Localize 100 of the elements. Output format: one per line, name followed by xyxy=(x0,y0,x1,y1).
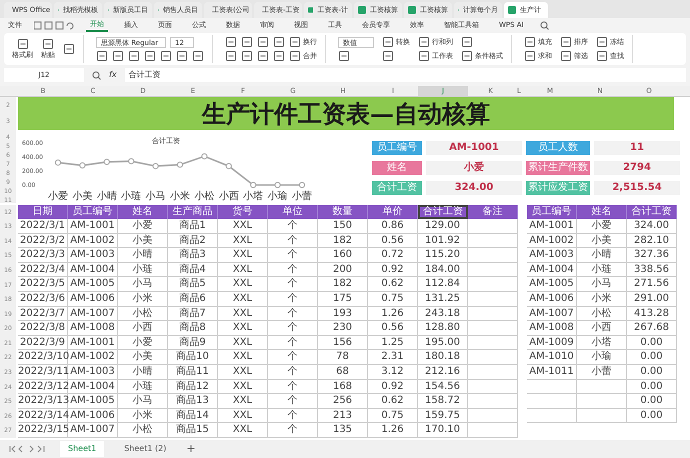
table-cell: 商品7 xyxy=(168,306,218,320)
table-cell: XXL xyxy=(218,408,268,422)
tool-icon[interactable] xyxy=(63,43,75,55)
table-cell: 160 xyxy=(318,248,368,262)
table-cell: 2022/3/8 xyxy=(18,321,68,335)
tool-icon[interactable] xyxy=(273,50,285,62)
table-cell: 小马 xyxy=(118,394,168,408)
tool-icon[interactable] xyxy=(192,50,204,62)
table-cell: 175 xyxy=(318,292,368,306)
data-point xyxy=(176,162,184,168)
table-cell: 2022/3/6 xyxy=(18,292,68,306)
table-cell: 商品10 xyxy=(168,350,218,364)
tool-icon[interactable] xyxy=(160,50,172,62)
table-cell: 168 xyxy=(318,380,368,394)
tool-icon[interactable] xyxy=(461,36,473,48)
function-label[interactable]: fx xyxy=(109,69,117,81)
table-cell: 2022/3/2 xyxy=(18,234,68,248)
table-cell: AM-1006 xyxy=(68,292,118,306)
table-cell: 2022/3/12 xyxy=(18,380,68,394)
table-cell: AM-1007 xyxy=(527,306,577,320)
table-cell: 68 xyxy=(318,364,368,379)
axis-category-label: 小琏 xyxy=(121,191,142,202)
sheet-tab[interactable]: Sheet1 (2) xyxy=(116,441,174,457)
search-icon[interactable] xyxy=(540,21,549,30)
table-cell: 小晴 xyxy=(577,248,627,262)
axis-category-label: 小西 xyxy=(218,191,239,202)
tool-icon[interactable] xyxy=(225,50,237,62)
column-heading: 姓名 xyxy=(577,205,627,219)
table-cell: 小米 xyxy=(577,292,627,306)
table-cell: AM-1007 xyxy=(68,306,118,320)
table-cell: AM-1011 xyxy=(527,364,577,379)
table-cell: 230 xyxy=(318,321,368,335)
table-cell: 129.00 xyxy=(418,219,468,233)
table-cell: 个 xyxy=(268,262,318,276)
zoom-icon[interactable] xyxy=(92,70,101,80)
table-cell: 0.72 xyxy=(368,248,418,262)
sheet-file-icon xyxy=(308,6,314,14)
table-cell: 商品5 xyxy=(168,277,218,291)
table-cell: 135 xyxy=(318,423,368,437)
table-cell: 2022/3/1 xyxy=(18,219,68,233)
table-cell: 个 xyxy=(268,364,318,379)
tool-icon[interactable] xyxy=(176,50,188,62)
card-label: 合计工资 xyxy=(372,181,422,195)
column-heading: 单位 xyxy=(268,205,318,219)
column-heading: 备注 xyxy=(468,205,518,219)
table-cell: AM-1005 xyxy=(68,394,118,408)
table-cell: 2022/3/15 xyxy=(18,423,68,437)
table-cell: 0.00 xyxy=(627,336,677,350)
table-cell: 个 xyxy=(268,394,318,408)
tool-icon[interactable] xyxy=(144,50,156,62)
tool-icon[interactable] xyxy=(241,36,253,48)
table-cell: 2022/3/3 xyxy=(18,248,68,262)
table-cell: 商品12 xyxy=(168,380,218,394)
table-cell: 商品9 xyxy=(168,336,218,350)
table-cell: 2.31 xyxy=(368,350,418,364)
tool-icon[interactable] xyxy=(382,50,394,62)
table-cell: XXL xyxy=(218,292,268,306)
table-cell: 0.62 xyxy=(368,277,418,291)
table-cell: AM-1004 xyxy=(68,262,118,276)
table-cell: AM-1008 xyxy=(68,321,118,335)
tool-icon[interactable] xyxy=(128,50,140,62)
table-cell: 200 xyxy=(318,262,368,276)
sheet-tab[interactable]: Sheet1 xyxy=(60,441,104,457)
quick-access-toolbar[interactable] xyxy=(34,21,74,30)
tool-icon[interactable] xyxy=(257,36,269,48)
tool-icon[interactable] xyxy=(112,50,124,62)
tool-icon[interactable] xyxy=(241,50,253,62)
card-value: 324.00 xyxy=(426,181,522,195)
table-cell: 324.00 xyxy=(627,219,677,233)
table-cell: AM-1004 xyxy=(68,380,118,394)
table-cell: 1.26 xyxy=(368,306,418,320)
add-sheet-button[interactable]: + xyxy=(186,440,196,458)
tool-icon[interactable] xyxy=(273,36,285,48)
table-cell: 271.56 xyxy=(627,277,677,291)
tool-icon[interactable] xyxy=(96,50,108,62)
table-cell: 小爱 xyxy=(118,336,168,350)
sheet-file-icon xyxy=(508,6,516,14)
table-cell: 小米 xyxy=(118,292,168,306)
table-cell: 256 xyxy=(318,394,368,408)
table-cell: XXL xyxy=(218,394,268,408)
data-point xyxy=(152,163,159,170)
card-value: AM-1001 xyxy=(426,141,522,155)
table-cell: 170.10 xyxy=(418,423,468,437)
data-point xyxy=(298,182,306,188)
table-cell: 个 xyxy=(268,248,318,262)
tool-icon[interactable] xyxy=(257,50,269,62)
tool-icon xyxy=(382,36,394,48)
column-heading: 日期 xyxy=(18,205,68,219)
tool-icon[interactable] xyxy=(225,36,237,48)
table-cell: 2022/3/9 xyxy=(18,336,68,350)
table-cell: XXL xyxy=(218,380,268,394)
table-cell: 小米 xyxy=(118,408,168,422)
formula-field[interactable]: 合计工资 xyxy=(124,68,686,82)
data-point xyxy=(201,153,208,160)
table-cell: 154.56 xyxy=(418,380,468,394)
table-cell: 0.62 xyxy=(368,394,418,408)
data-point xyxy=(128,158,134,164)
table-cell: 0.00 xyxy=(627,350,677,364)
tool-icon[interactable] xyxy=(338,50,350,62)
table-cell: 商品3 xyxy=(168,248,218,262)
